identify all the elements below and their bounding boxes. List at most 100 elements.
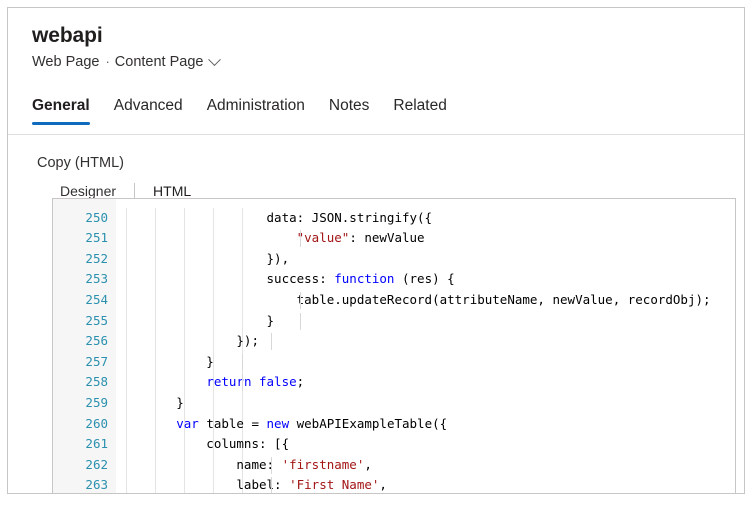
code-line-number: 253 [53,269,108,290]
tab-related[interactable]: Related [381,89,458,125]
code-token: function [334,271,394,286]
section-label: Copy (HTML) [37,153,744,173]
inline-indent-guide [271,477,272,494]
code-line-text[interactable]: label: 'First Name', [116,475,387,494]
inline-indent-guide [271,333,272,350]
code-token: , [364,457,372,472]
form-selector[interactable]: Content Page [115,52,220,72]
inline-indent-guide [242,354,243,371]
code-line-text[interactable]: name: 'firstname', [116,455,372,476]
code-token: , [379,477,387,492]
code-line-number: 255 [53,311,108,332]
inline-indent-guide [271,457,272,474]
code-token: (res) { [394,271,454,286]
tab-advanced[interactable]: Advanced [102,89,195,125]
tab-notes-label: Notes [329,97,370,114]
code-line[interactable]: 261 columns: [{ [53,434,735,455]
code-line-number: 257 [53,352,108,373]
code-editor-viewport[interactable]: 249 contentType: "application/json",250 … [53,199,735,494]
code-editor[interactable]: 249 contentType: "application/json",250 … [52,198,736,494]
header-subtitle: Web Page · Content Page [32,52,744,72]
code-line-text[interactable]: columns: [{ [116,434,289,455]
code-token [116,416,176,431]
code-token [116,230,297,245]
inline-indent-guide [242,374,243,391]
code-line-text[interactable]: "value": newValue [116,228,425,249]
tab-general-label: General [32,97,90,114]
code-token: webAPIExampleTable({ [289,416,447,431]
editor-tab-separator [134,183,135,199]
code-line-number: 251 [53,228,108,249]
code-line[interactable]: 255 } [53,311,735,332]
code-line-number: 250 [53,208,108,229]
code-line[interactable]: 252 }), [53,249,735,270]
code-line-number: 262 [53,455,108,476]
code-line-number: 260 [53,414,108,435]
code-token: } [116,354,214,369]
code-token: data: JSON.stringify({ [116,210,432,225]
code-line[interactable]: 262 name: 'firstname', [53,455,735,476]
code-line[interactable]: 263 label: 'First Name', [53,475,735,494]
code-token: }), [116,251,289,266]
code-line-number: 258 [53,372,108,393]
code-line-number: 252 [53,249,108,270]
editor-top-clip [53,199,735,208]
entity-type-label: Web Page [32,52,99,72]
form-selector-label: Content Page [115,52,204,72]
code-line[interactable]: 256 }); [53,331,735,352]
code-line[interactable]: 257 } [53,352,735,373]
tab-administration[interactable]: Administration [195,89,317,125]
code-line-text[interactable]: }), [116,249,289,270]
code-line-number: 263 [53,475,108,494]
inline-indent-guide [300,292,301,309]
code-line[interactable]: 259 } [53,393,735,414]
code-token: success: [116,271,334,286]
form-tab-list: General Advanced Administration Notes Re… [8,89,744,125]
code-line-text[interactable]: success: function (res) { [116,269,455,290]
code-token: "value" [297,230,350,245]
code-token: }); [116,333,259,348]
tab-notes[interactable]: Notes [317,89,382,125]
code-token: name: [116,457,282,472]
code-line[interactable]: 250 data: JSON.stringify({ [53,208,735,229]
code-line[interactable]: 258 return false; [53,372,735,393]
code-line-text[interactable]: } [116,393,184,414]
code-token: var [176,416,199,431]
code-token: 'First Name' [289,477,379,492]
code-lines[interactable]: 249 contentType: "application/json",250 … [53,199,735,494]
code-line[interactable]: 251 "value": newValue [53,228,735,249]
editor-tab-designer-label: Designer [60,183,116,199]
code-line[interactable]: 253 success: function (res) { [53,269,735,290]
code-line[interactable]: 254 table.updateRecord(attributeName, ne… [53,290,735,311]
code-line-text[interactable]: var table = new webAPIExampleTable({ [116,414,447,435]
tab-administration-label: Administration [207,97,305,114]
code-line[interactable]: 260 var table = new webAPIExampleTable({ [53,414,735,435]
code-line-number: 256 [53,331,108,352]
code-line-text[interactable]: return false; [116,372,304,393]
code-line-text[interactable]: table.updateRecord(attributeName, newVal… [116,290,711,311]
editor-top-clip-gutter [53,199,116,208]
code-token: table = [199,416,267,431]
app-root: webapi Web Page · Content Page General A… [0,0,752,508]
chevron-down-icon [209,53,222,66]
code-token: new [267,416,290,431]
subtitle-separator: · [105,52,109,72]
code-line-text[interactable]: } [116,311,274,332]
inline-indent-guide [300,313,301,330]
code-line-text[interactable]: }); [116,331,259,352]
code-token: ; [297,374,305,389]
code-line-number: 254 [53,290,108,311]
tabs-divider [8,134,744,135]
code-token: label: [116,477,289,492]
code-token: columns: [{ [116,436,289,451]
form-card: webapi Web Page · Content Page General A… [7,7,745,494]
code-line-number: 261 [53,434,108,455]
inline-indent-guide [300,230,301,247]
code-token: 'firstname' [282,457,365,472]
editor-tab-html-label: HTML [153,183,191,199]
code-token: false [259,374,297,389]
code-line-text[interactable]: } [116,352,214,373]
tab-general[interactable]: General [32,89,102,125]
code-line-text[interactable]: data: JSON.stringify({ [116,208,432,229]
tab-related-label: Related [393,97,446,114]
